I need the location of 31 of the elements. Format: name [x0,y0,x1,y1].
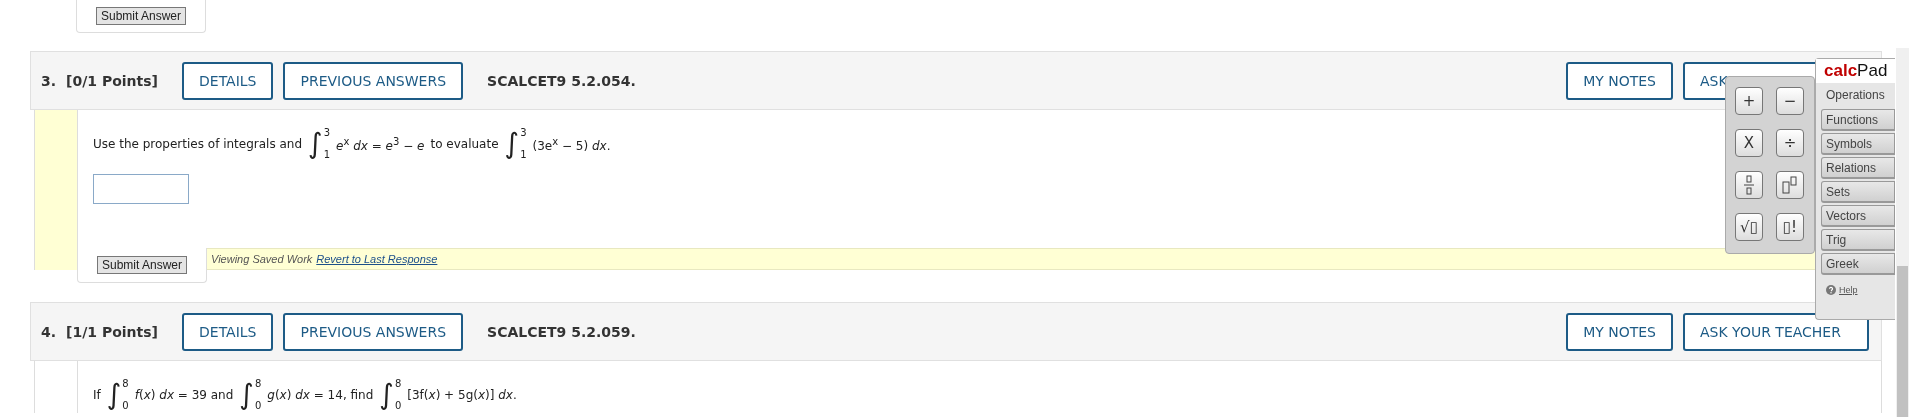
integral-sign: ∫ [379,378,394,412]
integral-lower-limit: 1 [323,149,331,161]
question-text: to evaluate [430,137,499,151]
math-expression: g(x) dx = 14, find [267,388,374,402]
question-points: [0/1 Points] [66,72,158,89]
math-expression: f(x) dx = 39 and [134,388,234,402]
integral-upper-limit: 3 [520,127,527,139]
integral-upper-limit: 3 [323,127,331,139]
integral-lower-limit: 1 [520,149,527,161]
question-number: 3. [41,72,57,89]
question-text: Use the properties of integrals and [93,137,303,151]
integral-sign: ∫ [308,127,323,161]
integral-sign: ∫ [106,378,122,412]
question-code: SCALCET9 5.2.059. [487,323,637,340]
integral-upper-limit: 8 [122,378,129,390]
integral-upper-limit: 8 [394,378,402,390]
math-expression: [3f(x) + 5g(x)] dx. [407,388,517,402]
question-text: If [93,388,101,402]
math-expression: e$^{x}$ dx = e$^{3}$ − e [336,135,425,153]
integral-sign: ∫ [239,378,254,412]
question-number: 4. [41,323,57,340]
integral-lower-limit: 0 [254,400,262,412]
question-points: [1/1 Points] [66,323,158,340]
notice-text: Viewing Saved Work [211,253,313,265]
calcpad-title: calcPad [1816,59,1895,83]
integral-upper-limit: 8 [254,378,262,390]
integral-sign: ∫ [504,127,520,161]
question-code: SCALCET9 5.2.054. [487,72,637,89]
integral-lower-limit: 0 [122,400,129,412]
integral-lower-limit: 0 [394,400,402,412]
math-expression: (3e$^{x}$ − 5) dx. [532,135,611,153]
